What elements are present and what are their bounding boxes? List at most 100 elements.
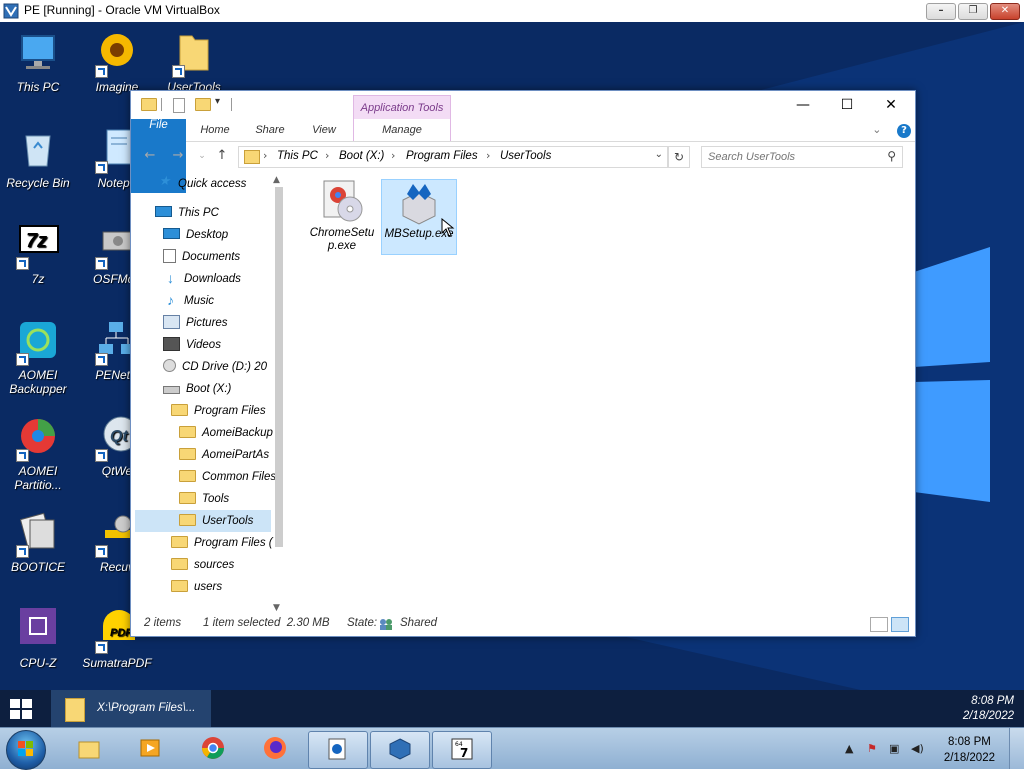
search-box[interactable]: ⚲	[701, 146, 903, 168]
navigation-pane: ★ Quick access This PC Desktop Documents …	[131, 173, 286, 613]
nav-music[interactable]: ♪ Music	[163, 290, 214, 312]
nav-quick-access[interactable]: ★ Quick access	[157, 173, 247, 195]
desktop-icon-this-pc[interactable]: This PC	[2, 30, 74, 94]
shared-users-icon	[379, 618, 393, 630]
desktop-icon-usertools[interactable]: UserTools	[158, 30, 230, 94]
nav-program-files[interactable]: Program Files	[171, 400, 266, 422]
nav-downloads[interactable]: ↓ Downloads	[163, 268, 241, 290]
desktop-icon	[163, 228, 180, 240]
file-item-chromesetup[interactable]: ChromeSetup.exe	[305, 179, 379, 253]
explorer-close-button[interactable]: ✕	[869, 93, 913, 117]
desktop-icon-aomei-partition[interactable]: AOMEI Partitio...	[2, 414, 74, 492]
tab-manage[interactable]: Manage	[353, 119, 451, 141]
taskbar-virtualbox[interactable]	[370, 731, 430, 769]
navigation-scrollbar[interactable]: ▲ ▼	[271, 175, 286, 613]
show-desktop-button[interactable]	[1009, 728, 1024, 769]
desktop-icon-label: AOMEI Backupper	[9, 368, 67, 396]
nav-usertools[interactable]: UserTools	[135, 510, 271, 532]
details-view-icon[interactable]	[870, 617, 888, 632]
guest-taskbar: X:\Program Files\... 8:08 PM 2/18/2022	[0, 690, 1024, 727]
tab-home[interactable]: Home	[189, 119, 241, 141]
desktop-icon-aomei-backupper[interactable]: AOMEI Backupper	[2, 318, 74, 396]
file-item-mbsetup[interactable]: MBSetup.exe	[381, 179, 457, 255]
scroll-up-icon[interactable]: ▲	[273, 175, 280, 185]
guest-clock[interactable]: 8:08 PM 2/18/2022	[963, 694, 1014, 724]
chrome-icon	[202, 737, 224, 759]
properties-icon[interactable]	[173, 98, 185, 113]
host-minimize-button[interactable]: –	[926, 3, 956, 20]
nav-desktop[interactable]: Desktop	[163, 224, 228, 246]
desktop-icon-imagine[interactable]: Imagine	[81, 30, 153, 94]
taskbar-win7-tool[interactable]: 64 7	[432, 731, 492, 769]
forward-arrow-icon[interactable]: →	[169, 147, 187, 165]
chevron-down-icon[interactable]: ⌄	[655, 149, 663, 160]
nav-tools[interactable]: Tools	[179, 488, 229, 510]
breadcrumb-program-files[interactable]: Program Files	[406, 150, 478, 162]
desktop-icon-label: This PC	[16, 80, 60, 94]
desktop-icon-bootice[interactable]: BOOTICE	[2, 510, 74, 574]
taskbar-media-player[interactable]	[122, 731, 180, 767]
status-state-label: State:	[347, 617, 378, 629]
taskbar-chrome[interactable]	[184, 731, 242, 767]
breadcrumb-boot-x[interactable]: Boot (X:)	[339, 150, 384, 162]
nav-pictures[interactable]: Pictures	[163, 312, 228, 334]
guest-start-button[interactable]	[10, 699, 32, 719]
desktop-icon-cpu-z[interactable]: CPU-Z	[2, 606, 74, 670]
desktop-icon-7z[interactable]: 7z 7z	[2, 222, 74, 286]
nav-label: Music	[184, 295, 215, 307]
host-close-button[interactable]: ✕	[990, 3, 1020, 20]
new-folder-icon[interactable]	[195, 98, 211, 111]
cpu-z-icon	[14, 606, 62, 654]
nav-sources[interactable]: sources	[171, 554, 234, 576]
nav-boot-x[interactable]: Boot (X:)	[163, 378, 231, 400]
refresh-icon: ↻	[673, 150, 685, 164]
recent-locations-chevron-icon[interactable]: ⌄	[193, 147, 211, 165]
chevron-down-icon[interactable]: ▾	[215, 96, 220, 107]
chevron-down-icon[interactable]: ⌄	[872, 123, 881, 136]
show-hidden-icons-chevron-icon[interactable]: ▲	[845, 742, 853, 755]
nav-videos[interactable]: Videos	[163, 334, 221, 356]
nav-aomeibackup[interactable]: AomeiBackup	[179, 422, 273, 444]
help-icon[interactable]: ?	[897, 124, 911, 138]
nav-label: Desktop	[186, 229, 229, 241]
host-start-button[interactable]	[6, 730, 46, 770]
network-icon[interactable]: ▣	[889, 742, 899, 755]
explorer-minimize-button[interactable]: —	[781, 93, 825, 117]
nav-cd-drive[interactable]: CD Drive (D:) 20	[163, 356, 267, 378]
search-input[interactable]	[708, 149, 876, 165]
taskbar-firefox[interactable]	[246, 731, 304, 767]
nav-common-files[interactable]: Common Files	[179, 466, 276, 488]
virtualbox-app-icon	[3, 3, 19, 19]
nav-users[interactable]: users	[171, 576, 222, 598]
ribbon-right-controls: ⌄ ?	[872, 123, 911, 138]
nav-program-files-x86[interactable]: Program Files (	[171, 532, 273, 554]
refresh-button[interactable]: ↻	[668, 146, 690, 168]
volume-icon[interactable]: ◀)	[911, 742, 924, 755]
large-icons-view-icon[interactable]	[891, 617, 909, 632]
tab-view[interactable]: View	[299, 119, 349, 141]
tab-share[interactable]: Share	[245, 119, 295, 141]
host-restore-button[interactable]: ❐	[958, 3, 988, 20]
breadcrumb-usertools[interactable]: UserTools	[500, 150, 551, 162]
breadcrumb-this-pc[interactable]: This PC	[277, 150, 318, 162]
music-note-icon: ♪	[167, 291, 174, 308]
taskbar-explorer[interactable]	[60, 731, 118, 767]
action-center-icon[interactable]: ⚑	[867, 742, 877, 755]
scrollbar-thumb[interactable]	[275, 187, 283, 547]
folder-icon[interactable]	[141, 98, 157, 111]
explorer-maximize-button[interactable]: ☐	[825, 93, 869, 117]
desktop-icon-recycle-bin[interactable]: Recycle Bin	[2, 126, 74, 190]
host-clock[interactable]: 8:08 PM 2/18/2022	[944, 734, 995, 766]
nav-this-pc[interactable]: This PC	[155, 202, 219, 224]
scroll-down-icon[interactable]: ▼	[273, 603, 280, 613]
address-bar[interactable]: › This PC › Boot (X:) › Program Files › …	[238, 146, 668, 168]
nav-label: Downloads	[184, 273, 241, 285]
svg-text:7z: 7z	[26, 230, 47, 252]
nav-aomeipartas[interactable]: AomeiPartAs	[179, 444, 269, 466]
guest-taskbar-explorer-item[interactable]: X:\Program Files\...	[51, 690, 211, 727]
nav-documents[interactable]: Documents	[163, 246, 240, 268]
desktop-icon-label: Recycle Bin	[6, 176, 70, 190]
back-arrow-icon[interactable]: ←	[141, 147, 159, 165]
up-arrow-icon[interactable]: ↑	[213, 147, 231, 165]
taskbar-disk-tool[interactable]	[308, 731, 368, 769]
